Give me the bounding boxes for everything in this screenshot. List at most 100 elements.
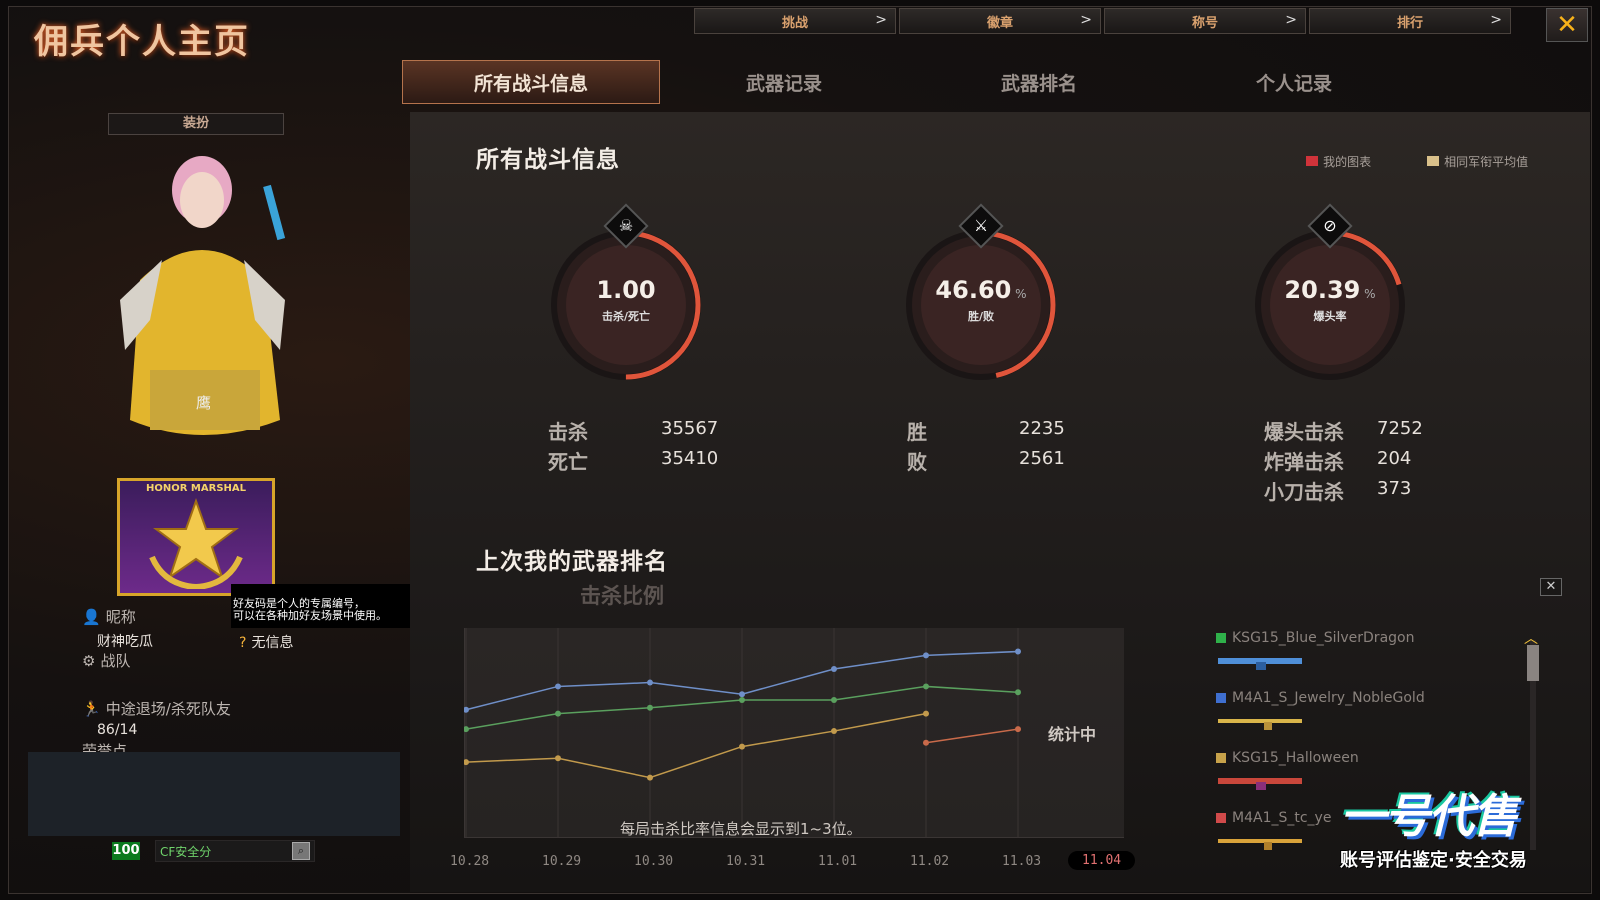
knife-value: 373 (1377, 478, 1412, 499)
chevron-right-icon: > (875, 12, 887, 28)
nickname-value: 财神吃瓜 (97, 634, 153, 650)
gauge-number: 20.39 (1284, 276, 1361, 304)
user-icon: 👤 (82, 608, 101, 626)
x-tick: 10.31 (726, 854, 766, 869)
x-tick: 10.30 (634, 854, 674, 869)
star-emblem-icon (149, 498, 243, 589)
outfit-button[interactable]: 装扮 (108, 113, 284, 135)
gauge-number: 46.60 (935, 276, 1012, 304)
weapon-name: M4A1_S_tc_ye (1232, 810, 1332, 826)
series-line (925, 728, 1019, 744)
legend-rank-average: 相同军衔平均值 (1427, 151, 1528, 170)
gauge-face (1270, 245, 1390, 365)
search-icon[interactable]: ⌕ (292, 842, 310, 860)
weapon-name: M4A1_S_Jewelry_NobleGold (1232, 690, 1425, 706)
weapon-swatch (1216, 813, 1226, 823)
scroll-up-icon[interactable]: ︿ (1524, 628, 1538, 648)
character-name: 鹰 (196, 394, 212, 412)
quit-row: 🏃 中途退场/杀死队友 (82, 698, 231, 719)
safety-score: 100 (112, 842, 140, 860)
runner-icon: 🏃 (82, 700, 101, 718)
chart-subtitle: 击杀比例 (580, 584, 664, 608)
chevron-right-icon: > (1285, 12, 1297, 28)
tab-weapon-ranking[interactable]: 武器排名 (910, 60, 1168, 104)
close-button[interactable]: ✕ (1546, 8, 1588, 42)
topnav-label: 挑战 (781, 15, 808, 31)
ranking-title: 上次我的武器排名 (476, 549, 668, 575)
watermark: 一号代售 账号评估鉴定·安全交易 (1340, 780, 1580, 890)
gauge-unit: % (1360, 287, 1376, 301)
kills-value: 35567 (661, 418, 719, 439)
info-value: 无信息 (251, 635, 294, 651)
bomb-label: 炸弹击杀 (1264, 450, 1344, 474)
legend-swatch (1427, 156, 1439, 166)
headshot-label: 爆头击杀 (1264, 420, 1344, 444)
safety-label: CF安全分 (160, 845, 212, 859)
weapon-row[interactable]: M4A1_S_Jewelry_NobleGold (1216, 690, 1536, 746)
gauge-value: 20.39 % (1245, 276, 1415, 304)
rifle-icon (1218, 719, 1302, 730)
x-tick-active[interactable]: 11.04 (1068, 851, 1136, 870)
bomb-value: 204 (1377, 448, 1412, 469)
gauge-face (566, 245, 686, 365)
x-tick: 10.29 (542, 854, 582, 869)
topnav-label: 称号 (1191, 15, 1218, 31)
rifle-icon (1218, 839, 1302, 850)
tab-personal-records[interactable]: 个人记录 (1165, 60, 1423, 104)
question-icon[interactable]: ? (239, 635, 246, 651)
topnav-title[interactable]: 称号 > (1104, 8, 1306, 34)
scrollbar-thumb[interactable] (1527, 645, 1539, 681)
chevron-right-icon: > (1490, 12, 1502, 28)
wins-label: 胜 (907, 420, 927, 444)
gauge-label: 爆头率 (1313, 310, 1347, 323)
tab-all-battle-info[interactable]: 所有战斗信息 (402, 60, 660, 104)
stat-gauge: ☠ 1.00 击杀/死亡 (541, 203, 711, 394)
gauge-value: 46.60 % (896, 276, 1066, 304)
gauge-label: 胜/败 (967, 310, 995, 323)
praise-row: 荣誉点 (82, 740, 127, 752)
deaths-label: 死亡 (548, 450, 588, 474)
team-label: 战队 (100, 652, 131, 670)
info-row: ? 无信息 (239, 632, 294, 652)
gauge-value: 1.00 (541, 276, 711, 304)
legend-label: 我的图表 (1323, 155, 1372, 169)
legend-label: 相同军衔平均值 (1444, 155, 1529, 169)
weapon-swatch (1216, 753, 1226, 763)
x-tick: 11.03 (1002, 854, 1042, 869)
tab-weapon-records[interactable]: 武器记录 (655, 60, 913, 104)
topnav-label: 排行 (1396, 15, 1423, 31)
watermark-main: 一号代售 (1340, 789, 1518, 843)
headshot-value: 7252 (1377, 418, 1423, 439)
weapon-name: KSG15_Halloween (1232, 750, 1359, 766)
nickname-row: 👤 昵称 (82, 606, 136, 627)
watermark-sub: 账号评估鉴定·安全交易 (1340, 850, 1527, 871)
shotgun-icon (1218, 778, 1302, 790)
close-icon[interactable]: ✕ (1540, 578, 1562, 596)
section-title: 所有战斗信息 (476, 147, 620, 173)
stat-gauge: ⚔ 46.60 % 胜/败 (896, 203, 1066, 394)
topnav-challenge[interactable]: 挑战 > (694, 8, 896, 34)
chart-note: 每局击杀比率信息会显示到1~3位。 (620, 820, 862, 838)
losses-label: 败 (907, 450, 927, 474)
weapon-row[interactable]: KSG15_Blue_SilverDragon (1216, 630, 1536, 686)
losses-value: 2561 (1019, 448, 1065, 469)
gauge-number: 1.00 (596, 276, 656, 304)
x-tick: 10.28 (450, 854, 490, 869)
quit-value: 86/14 (97, 722, 138, 738)
quit-label: 中途退场/杀死队友 (105, 700, 231, 718)
legend-my-chart: 我的图表 (1306, 151, 1371, 170)
team-row: ⚙ 战队 (82, 650, 131, 671)
page-title: 佣兵个人主页 (34, 22, 250, 62)
shotgun-icon (1218, 658, 1302, 670)
gauge-unit: % (1011, 287, 1027, 301)
praise-label: 荣誉点 (82, 742, 128, 752)
kills-label: 击杀 (548, 420, 588, 444)
nickname-label: 昵称 (105, 608, 136, 626)
legend-swatch (1306, 156, 1318, 166)
topnav-badge[interactable]: 徽章 > (899, 8, 1101, 34)
rank-badge: HONOR MARSHAL (117, 478, 275, 596)
topnav-ranking[interactable]: 排行 > (1309, 8, 1511, 34)
line-chart (464, 628, 1021, 838)
wins-value: 2235 (1019, 418, 1065, 439)
x-tick: 11.01 (818, 854, 858, 869)
